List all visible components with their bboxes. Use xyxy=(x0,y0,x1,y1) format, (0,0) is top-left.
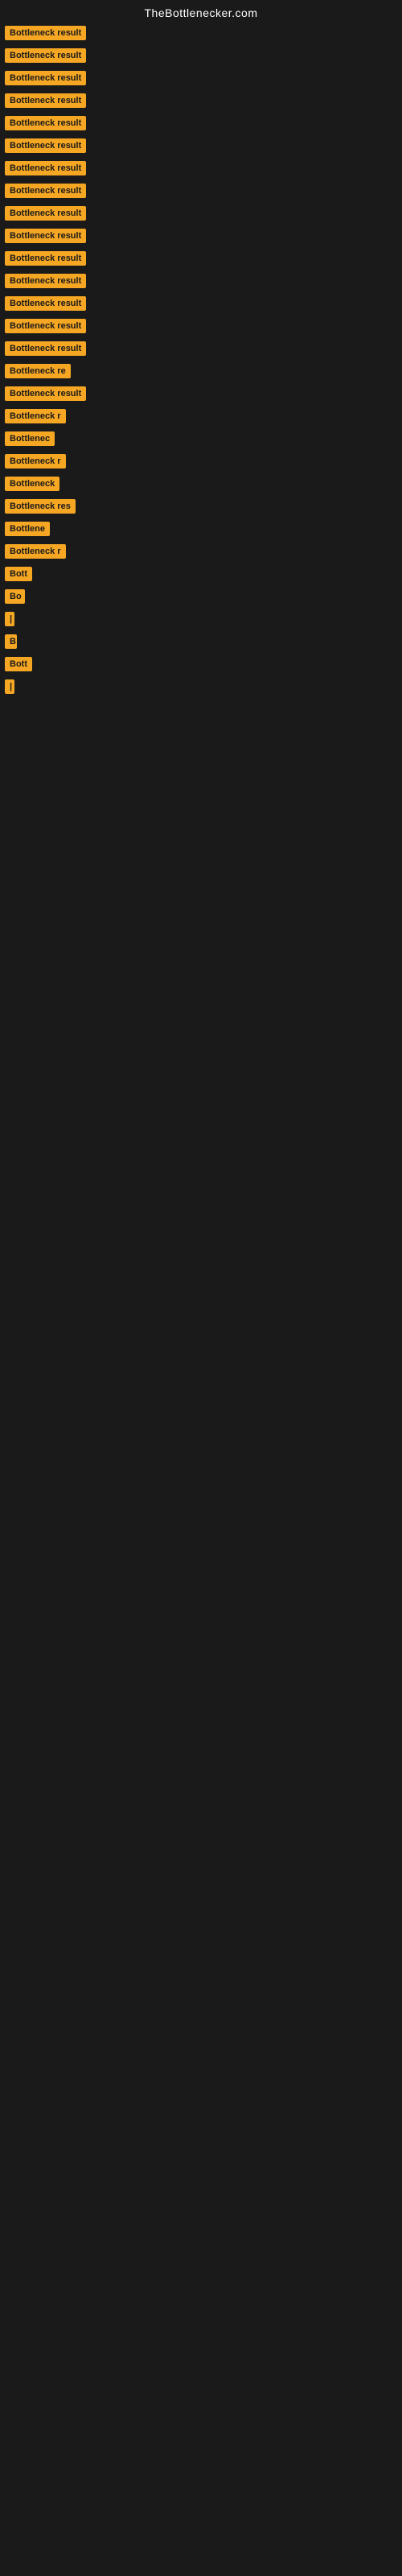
list-item: Bottleneck r xyxy=(2,454,402,469)
bottleneck-badge: Bottleneck result xyxy=(5,138,86,153)
bottleneck-badge: Bottleneck result xyxy=(5,48,86,63)
bottleneck-badge: Bottleneck result xyxy=(5,116,86,130)
list-item: | xyxy=(2,679,402,694)
list-item: | xyxy=(2,612,402,626)
bottleneck-badge: Bottleneck result xyxy=(5,71,86,85)
list-item: Bottleneck result xyxy=(2,116,402,130)
list-item: Bott xyxy=(2,567,402,581)
list-item: Bottlene xyxy=(2,522,402,536)
list-item: Bottleneck result xyxy=(2,93,402,108)
bottleneck-badge: Bottleneck r xyxy=(5,454,66,469)
bottleneck-badge: Bottleneck result xyxy=(5,296,86,311)
bottleneck-badge: | xyxy=(5,612,14,626)
bottleneck-badge: Bottleneck result xyxy=(5,386,86,401)
bottleneck-badge: | xyxy=(5,679,14,694)
list-item: Bottleneck res xyxy=(2,499,402,514)
list-item: Bottleneck result xyxy=(2,184,402,198)
list-item: Bottleneck result xyxy=(2,229,402,243)
list-item: Bottleneck r xyxy=(2,409,402,423)
list-item: Bottleneck result xyxy=(2,386,402,401)
bottleneck-badge: Bottleneck r xyxy=(5,409,66,423)
list-item: Bottleneck result xyxy=(2,296,402,311)
list-item: Bottleneck result xyxy=(2,161,402,175)
site-title: TheBottlenecker.com xyxy=(0,0,402,23)
bottleneck-badge: Bottleneck result xyxy=(5,341,86,356)
bottleneck-badge: Bottlene xyxy=(5,522,50,536)
items-container: Bottleneck result Bottleneck result Bottle… xyxy=(0,23,402,694)
bottleneck-badge: Bottleneck result xyxy=(5,93,86,108)
bottleneck-badge: Bott xyxy=(5,567,32,581)
list-item: Bottleneck re xyxy=(2,364,402,378)
list-item: Bottleneck result xyxy=(2,274,402,288)
list-item: Bottleneck result xyxy=(2,138,402,153)
bottleneck-badge: Bottleneck result xyxy=(5,161,86,175)
bottleneck-badge: Bottleneck result xyxy=(5,206,86,221)
list-item: Bottleneck result xyxy=(2,206,402,221)
list-item: Bott xyxy=(2,657,402,671)
bottleneck-badge: Bottleneck result xyxy=(5,26,86,40)
bottleneck-badge: Bottleneck xyxy=(5,477,59,491)
bottleneck-badge: Bottleneck result xyxy=(5,274,86,288)
bottleneck-badge: Bottleneck result xyxy=(5,229,86,243)
bottleneck-badge: Bottleneck re xyxy=(5,364,71,378)
bottleneck-badge: Bo xyxy=(5,589,25,604)
list-item: B xyxy=(2,634,402,649)
list-item: Bottleneck result xyxy=(2,26,402,40)
site-header: TheBottlenecker.com xyxy=(0,0,402,23)
list-item: Bottleneck xyxy=(2,477,402,491)
list-item: Bo xyxy=(2,589,402,604)
bottleneck-badge: Bottleneck result xyxy=(5,319,86,333)
bottleneck-badge: Bott xyxy=(5,657,32,671)
list-item: Bottleneck result xyxy=(2,319,402,333)
list-item: Bottleneck r xyxy=(2,544,402,559)
list-item: Bottlenec xyxy=(2,431,402,446)
bottleneck-badge: Bottleneck r xyxy=(5,544,66,559)
bottleneck-badge: Bottleneck res xyxy=(5,499,76,514)
list-item: Bottleneck result xyxy=(2,251,402,266)
bottleneck-badge: B xyxy=(5,634,17,649)
bottleneck-badge: Bottlenec xyxy=(5,431,55,446)
bottleneck-badge: Bottleneck result xyxy=(5,184,86,198)
list-item: Bottleneck result xyxy=(2,71,402,85)
bottleneck-badge: Bottleneck result xyxy=(5,251,86,266)
list-item: Bottleneck result xyxy=(2,341,402,356)
list-item: Bottleneck result xyxy=(2,48,402,63)
